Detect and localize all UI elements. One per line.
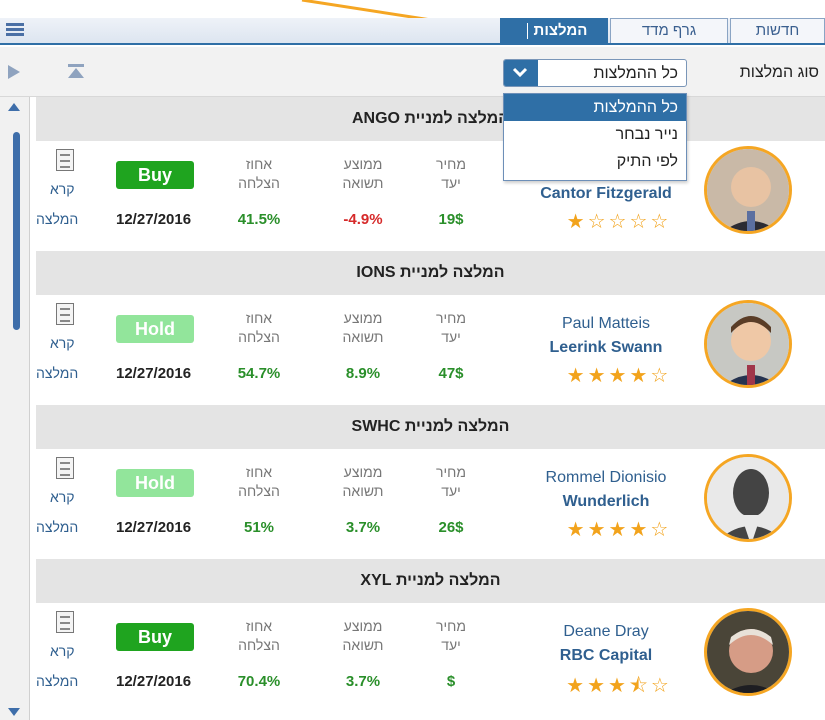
document-icon[interactable] (56, 149, 74, 171)
success-rate-value: 51% (243, 519, 275, 536)
recommendation-card: המלצה למניית XYL Deane Dray RBC Capital … (36, 559, 825, 713)
success-rate-label: אחוז הצלחה (238, 156, 280, 191)
tab-index-graph-label: גרף מדד (641, 22, 697, 39)
read-recommendation-link[interactable]: המלצה (36, 519, 78, 535)
target-price-label: מחיר יעד (436, 156, 466, 191)
dropdown-option[interactable]: לפי התיק (504, 148, 686, 175)
analyst-avatar (704, 300, 792, 388)
avg-return-value: -4.9% (343, 211, 383, 228)
recommendation-date: 12/27/2016 (116, 211, 192, 228)
document-icon[interactable] (56, 457, 74, 479)
avg-return-label: ממוצע תשואה (342, 156, 384, 191)
document-icon[interactable] (56, 611, 74, 633)
read-recommendation-link[interactable]: קרא (50, 489, 75, 505)
dropdown-option[interactable]: כל ההמלצות (504, 94, 686, 121)
card-body: Deane Dray RBC Capital ★★★⯪☆ מחיר יעד ממו… (36, 603, 825, 713)
rating-stars-icon: ★★★⯪☆ (566, 675, 672, 697)
recommendation-type-dropdown: כל ההמלצות נייר נבחר לפי התיק (503, 93, 687, 181)
success-rate-label: אחוז הצלחה (238, 618, 280, 653)
recommendation-type-select[interactable]: כל ההמלצות (503, 59, 687, 87)
play-icon[interactable] (8, 65, 20, 79)
tab-news-label: חדשות (755, 22, 800, 39)
read-recommendation-link[interactable]: קרא (50, 181, 75, 197)
analyst-avatar (704, 146, 792, 234)
tab-recommendations[interactable]: המלצות (500, 18, 608, 43)
recommendation-card: המלצה למניית SWHC Rommel Dionisio Wunder… (36, 405, 825, 559)
read-recommendation-link[interactable]: קרא (50, 335, 75, 351)
analyst-avatar (704, 608, 792, 696)
rating-stars-icon: ★★★★☆ (566, 365, 672, 387)
recommendation-date: 12/27/2016 (116, 519, 192, 536)
analyst-name[interactable]: Paul Matteis (506, 315, 706, 333)
action-badge: Buy (116, 161, 194, 189)
tab-index-graph[interactable]: גרף מדד (610, 18, 728, 43)
rating-stars-icon: ★☆☆☆☆ (566, 211, 672, 233)
analyst-name[interactable]: Rommel Dionisio (506, 469, 706, 487)
target-price-label: מחיר יעד (436, 310, 466, 345)
read-recommendation-link[interactable]: המלצה (36, 211, 78, 227)
scroll-down-icon[interactable] (8, 708, 20, 716)
analyst-firm: RBC Capital (559, 647, 653, 664)
dropdown-option[interactable]: נייר נבחר (504, 121, 686, 148)
filter-bar: כל ההמלצות סוג המלצות (0, 47, 825, 97)
read-recommendation-link[interactable]: קרא (50, 643, 75, 659)
document-icon[interactable] (56, 303, 74, 325)
avg-return-label: ממוצע תשואה (342, 618, 384, 653)
hamburger-menu-icon[interactable] (6, 21, 24, 39)
scrollbar[interactable] (0, 97, 30, 720)
card-header: המלצה למניית ANGO (36, 97, 825, 141)
read-recommendation-link[interactable]: המלצה (36, 673, 78, 689)
card-body: Cantor Fitzgerald ★☆☆☆☆ מחיר יעד ממוצע תשו… (36, 141, 825, 251)
recommendation-date: 12/27/2016 (116, 673, 192, 690)
action-badge: Hold (116, 315, 194, 343)
analyst-name[interactable]: Deane Dray (506, 623, 706, 641)
target-price-value: 47$ (438, 365, 464, 382)
action-badge: Hold (116, 469, 194, 497)
avg-return-value: 3.7% (345, 519, 381, 536)
scroll-up-icon[interactable] (8, 103, 20, 111)
action-badge: Buy (116, 623, 194, 651)
read-recommendation-link[interactable]: המלצה (36, 365, 78, 381)
success-rate-label: אחוז הצלחה (238, 464, 280, 499)
card-header: המלצה למניית XYL (36, 559, 825, 603)
success-rate-value: 54.7% (237, 365, 281, 382)
filter-label: סוג המלצות (739, 64, 819, 81)
scroll-thumb[interactable] (13, 132, 20, 330)
success-rate-value: 70.4% (237, 673, 281, 690)
analyst-firm: Cantor Fitzgerald (540, 185, 672, 202)
target-price-value: 19$ (438, 211, 464, 228)
success-rate-value: 41.5% (237, 211, 281, 228)
analyst-firm: Leerink Swann (549, 339, 663, 356)
card-header: המלצה למניית SWHC (36, 405, 825, 449)
chevron-down-icon (512, 67, 528, 78)
target-price-value: $ (446, 673, 456, 690)
analyst-firm: Wunderlich (562, 493, 650, 510)
tab-news[interactable]: חדשות (730, 18, 825, 43)
card-body: Rommel Dionisio Wunderlich ★★★★☆ מחיר יעד… (36, 449, 825, 559)
card-header: המלצה למניית IONS (36, 251, 825, 295)
tab-recommendations-label: המלצות (533, 22, 588, 39)
tab-bar: המלצות גרף מדד חדשות (0, 18, 825, 45)
rating-stars-icon: ★★★★☆ (566, 519, 672, 541)
scroll-to-top-icon[interactable] (68, 64, 84, 78)
card-body: Paul Matteis Leerink Swann ★★★★☆ מחיר יעד… (36, 295, 825, 405)
analyst-avatar (704, 454, 792, 542)
recommendation-date: 12/27/2016 (116, 365, 192, 382)
target-price-value: 26$ (438, 519, 464, 536)
recommendation-card: המלצה למניית ANGO Cantor Fitzgerald ★☆☆☆… (36, 97, 825, 251)
avg-return-label: ממוצע תשואה (342, 310, 384, 345)
dropdown-button[interactable] (504, 60, 538, 86)
select-value: כל ההמלצות (593, 65, 678, 82)
recommendation-card: המלצה למניית IONS Paul Matteis Leerink S… (36, 251, 825, 405)
success-rate-label: אחוז הצלחה (238, 310, 280, 345)
avg-return-value: 3.7% (345, 673, 381, 690)
avg-return-label: ממוצע תשואה (342, 464, 384, 499)
target-price-label: מחיר יעד (436, 464, 466, 499)
avg-return-value: 8.9% (345, 365, 381, 382)
target-price-label: מחיר יעד (436, 618, 466, 653)
